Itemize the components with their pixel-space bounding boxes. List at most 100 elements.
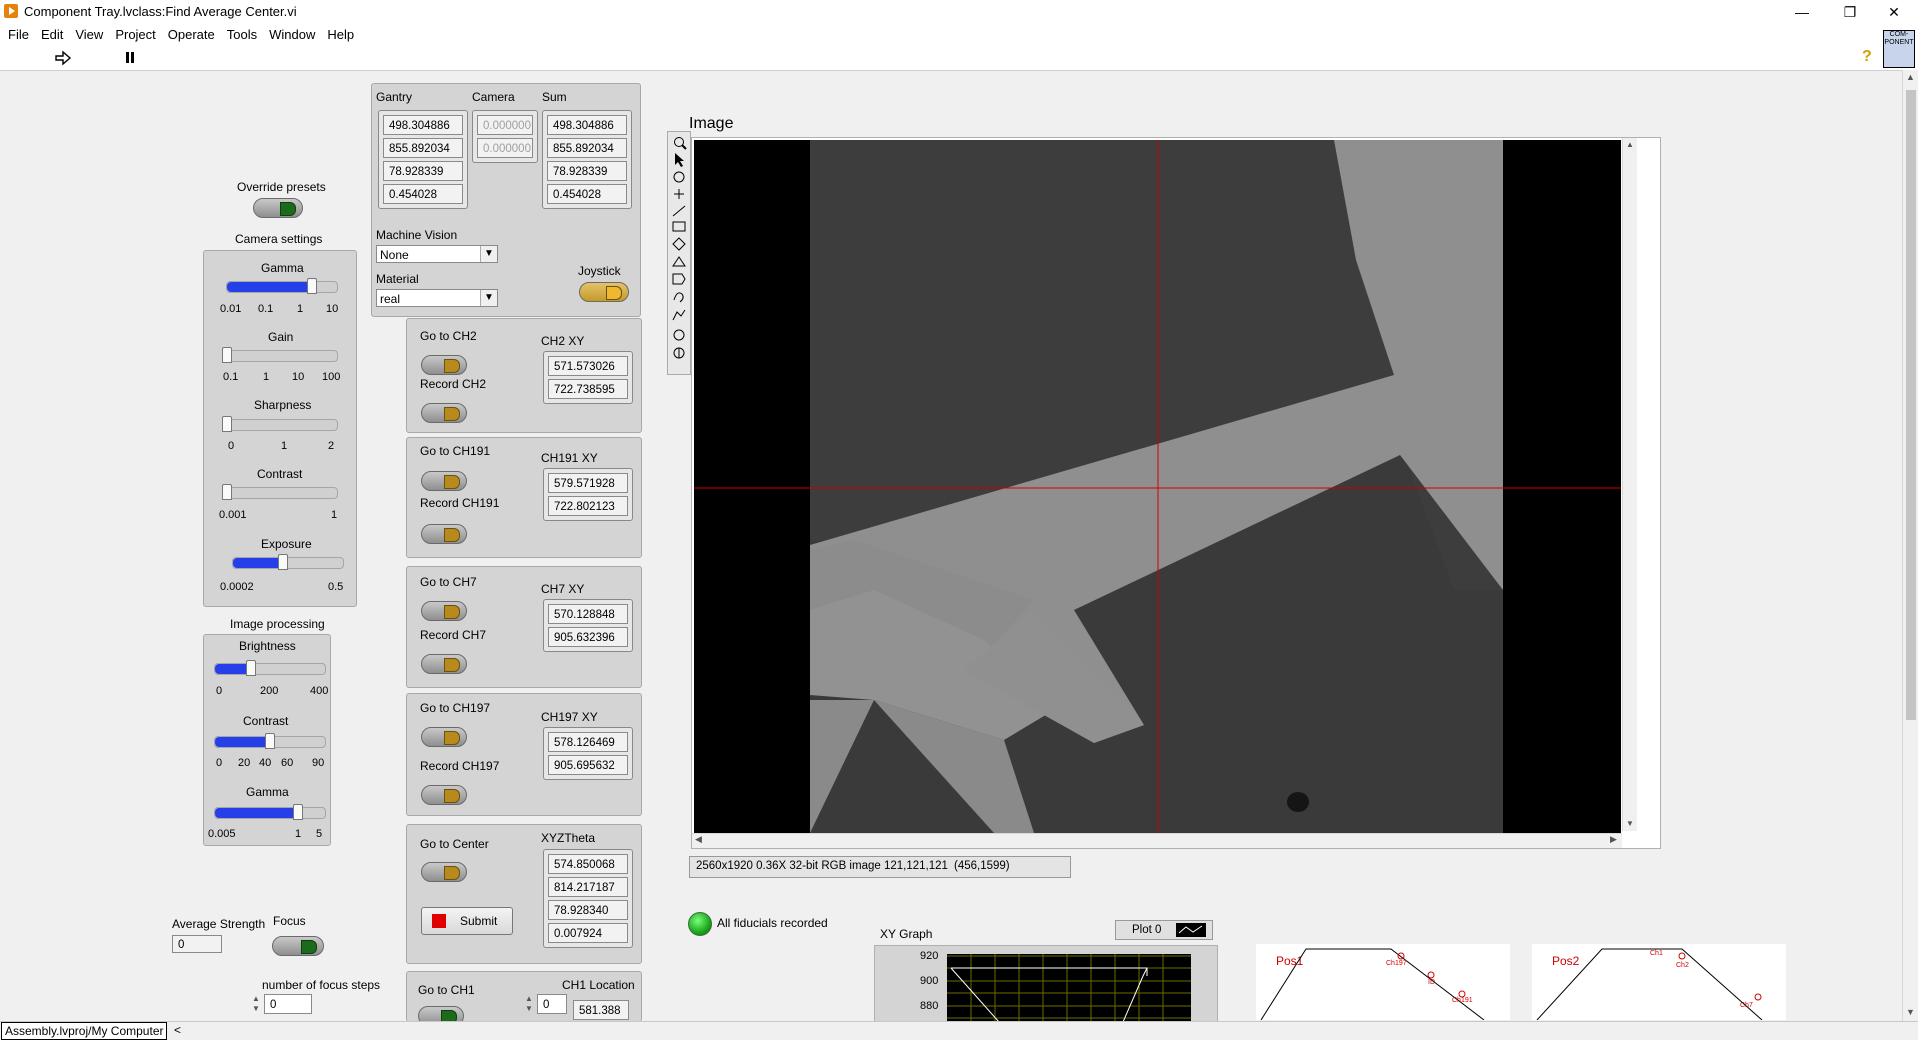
go-to-ch2-label: Go to CH2 [420, 329, 477, 343]
camera-image[interactable] [694, 140, 1621, 833]
ip-gamma-slider[interactable] [214, 804, 326, 820]
image-horizontal-scrollbar[interactable]: ◀ ▶ [692, 833, 1622, 848]
go-to-ch191-button[interactable] [421, 471, 467, 491]
menu-edit[interactable]: Edit [35, 24, 69, 45]
go-to-ch7-button[interactable] [421, 601, 467, 621]
ch1-index-input[interactable]: 0 [537, 994, 567, 1014]
slider-knob[interactable] [222, 347, 232, 363]
status-scroll-arrow[interactable]: < [174, 1023, 181, 1037]
led-indicator [444, 658, 460, 672]
center-value: 814.217187 [548, 877, 628, 897]
scroll-thumb[interactable] [1906, 90, 1916, 720]
index-increment-icon[interactable]: ▲ ▼ [525, 994, 533, 1014]
override-presets-toggle[interactable] [253, 198, 303, 218]
slider-knob[interactable] [277, 554, 288, 570]
rectangle-tool-icon[interactable] [672, 221, 686, 232]
slider-knob[interactable] [222, 484, 232, 500]
material-dropdown[interactable]: real ▼ [376, 289, 498, 307]
menu-window[interactable]: Window [263, 24, 321, 45]
line-tool-icon[interactable] [672, 205, 686, 217]
hand-tool-icon[interactable] [673, 347, 685, 359]
broken-line-tool-icon[interactable] [672, 309, 686, 321]
scroll-up-icon[interactable]: ▲ [1906, 72, 1915, 82]
pause-icon[interactable] [124, 51, 136, 65]
ip-contrast-slider[interactable] [214, 733, 326, 749]
led-indicator [280, 202, 296, 216]
ch1-location-value: 581.388 [573, 1000, 629, 1020]
close-button[interactable]: ✕ [1874, 2, 1914, 22]
go-to-ch197-button[interactable] [421, 727, 467, 747]
annulus-tool-icon[interactable] [672, 256, 686, 267]
menu-help[interactable]: Help [321, 24, 360, 45]
fiducials-led [688, 912, 712, 936]
zoom-tool-icon[interactable] [674, 137, 687, 150]
focus-steps-input[interactable]: 0 [264, 994, 312, 1014]
record-ch191-button[interactable] [421, 524, 467, 544]
scroll-left-icon[interactable]: ◀ [695, 834, 702, 845]
gain-label: Gain [268, 330, 294, 344]
scroll-right-icon[interactable]: ▶ [1610, 834, 1617, 845]
status-bar: Assembly.lvproj/My Computer < [0, 1021, 1918, 1040]
plot-legend[interactable]: Plot 0 [1115, 920, 1213, 940]
polygon-tool-icon[interactable] [672, 273, 686, 285]
sum-header: Sum [542, 90, 567, 104]
sum-array: 498.304886 855.892034 78.928339 0.454028 [542, 110, 632, 209]
gantry-value[interactable]: 0.454028 [383, 184, 463, 204]
sharpness-slider[interactable] [222, 416, 338, 432]
gain-slider[interactable] [222, 347, 338, 363]
scroll-down-icon[interactable]: ▼ [1626, 819, 1634, 828]
tick-label: 1 [295, 828, 302, 840]
gantry-value[interactable]: 498.304886 [383, 115, 463, 135]
scroll-down-icon[interactable]: ▼ [1906, 1007, 1915, 1017]
context-help-icon[interactable]: ? [1862, 48, 1872, 66]
oval-tool-icon[interactable] [673, 329, 685, 341]
record-ch2-button[interactable] [421, 403, 467, 423]
project-path[interactable]: Assembly.lvproj/My Computer [1, 1022, 168, 1040]
ch197-x-value: 578.126469 [548, 732, 628, 752]
record-ch197-label: Record CH197 [420, 759, 500, 773]
record-ch7-button[interactable] [421, 654, 467, 674]
rotated-rectangle-tool-icon[interactable] [672, 237, 686, 251]
tick-label: 0.1 [223, 371, 239, 383]
slider-knob[interactable] [222, 416, 232, 432]
scroll-up-icon[interactable]: ▲ [1626, 140, 1634, 149]
slider-knob[interactable] [246, 660, 257, 676]
record-ch197-button[interactable] [421, 785, 467, 805]
menu-tools[interactable]: Tools [221, 24, 263, 45]
submit-button[interactable]: Submit [421, 907, 513, 935]
gamma-slider[interactable] [226, 278, 338, 294]
freehand-tool-icon[interactable] [673, 292, 684, 303]
increment-icon[interactable]: ▲ ▼ [250, 994, 262, 1014]
pointer-tool-icon[interactable] [675, 153, 684, 167]
slider-knob[interactable] [292, 804, 303, 820]
menu-operate[interactable]: Operate [162, 24, 221, 45]
xyztheta-array: 574.850068 814.217187 78.928340 0.007924 [543, 849, 633, 948]
slider-knob[interactable] [306, 278, 317, 294]
xy-graph-plot-area[interactable] [947, 954, 1191, 1022]
ch7-xy-label: CH7 XY [541, 582, 585, 596]
point-tool-icon[interactable] [674, 189, 684, 199]
image-vertical-scrollbar[interactable]: ▲ ▼ [1622, 138, 1637, 831]
menu-view[interactable]: View [69, 24, 109, 45]
minimize-button[interactable]: — [1782, 2, 1822, 22]
machine-vision-label: Machine Vision [376, 228, 458, 242]
slider-knob[interactable] [265, 733, 275, 749]
brightness-slider[interactable] [214, 660, 326, 676]
run-arrow-icon[interactable] [54, 50, 72, 66]
machine-vision-dropdown[interactable]: None ▼ [376, 245, 498, 263]
exposure-slider[interactable] [232, 554, 344, 570]
joystick-button[interactable] [579, 282, 629, 302]
panel-vertical-scrollbar[interactable]: ▲ ▼ [1902, 70, 1918, 1022]
menu-file[interactable]: File [0, 24, 35, 45]
gantry-value[interactable]: 855.892034 [383, 138, 463, 158]
restore-button[interactable]: ❐ [1830, 2, 1870, 22]
contrast-slider[interactable] [222, 484, 338, 500]
sum-value: 0.454028 [547, 184, 627, 204]
focus-steps-control[interactable]: ▲ ▼ 0 [250, 994, 312, 1014]
menu-project[interactable]: Project [109, 24, 161, 45]
go-to-center-button[interactable] [421, 862, 467, 882]
pan-tool-icon[interactable] [673, 171, 685, 183]
go-to-ch2-button[interactable] [421, 355, 467, 375]
focus-button[interactable] [272, 936, 324, 956]
gantry-value[interactable]: 78.928339 [383, 161, 463, 181]
